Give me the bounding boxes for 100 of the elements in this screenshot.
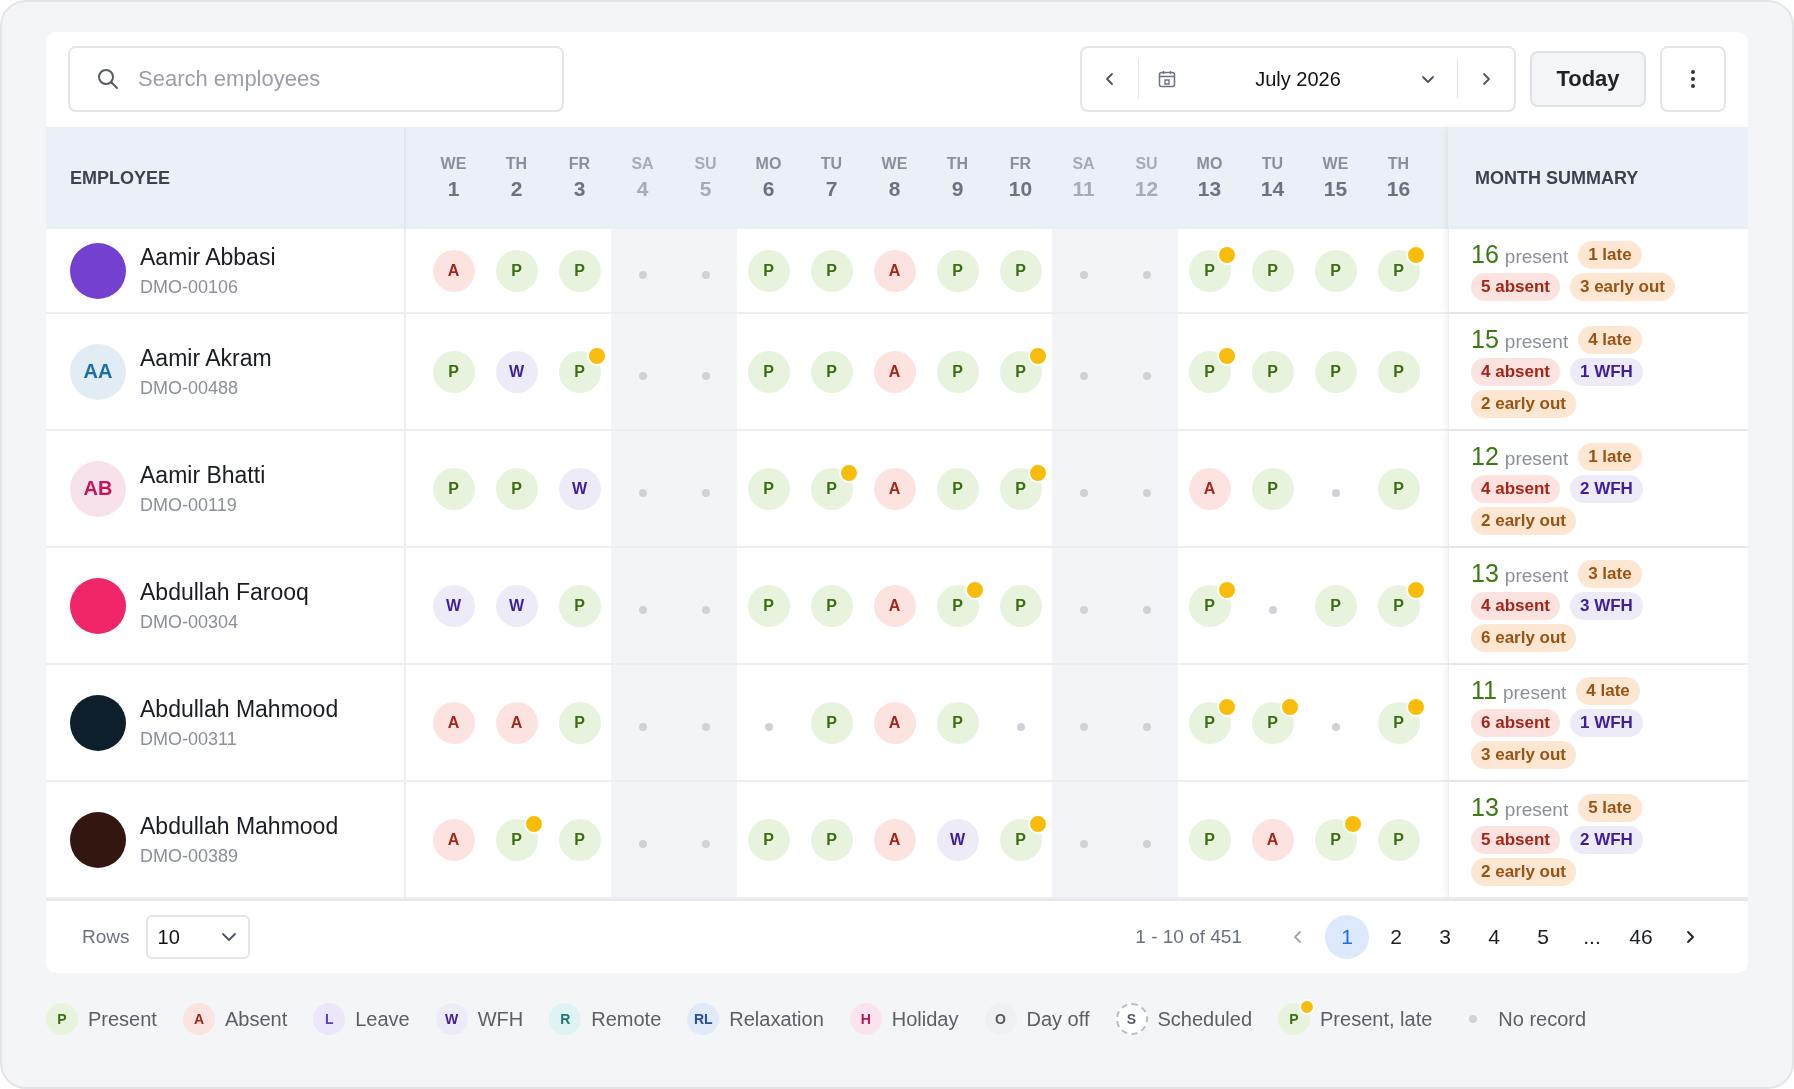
status-badge: P [810,584,853,627]
page-button[interactable]: 3 [1423,915,1467,959]
status-badge: P [558,701,601,744]
present-count: 16 present [1471,240,1569,269]
status-badge: A [873,350,916,393]
summary-tag: 2 early out [1471,858,1577,886]
status-badge: W [495,584,538,627]
status-badge: P [747,249,790,292]
status-badge: A [873,467,916,510]
summary-tag: 5 late [1578,793,1642,822]
summary-tag: 3 late [1578,559,1642,588]
employee-name[interactable]: Abdullah Mahmood [140,812,339,840]
status-badge: L [313,1003,346,1035]
day-header: WE 8 [880,154,909,202]
status-badge: P [936,249,979,292]
summary-tag: 4 absent [1471,592,1560,620]
summary-tag: 1 WFH [1570,358,1643,386]
search-icon [96,67,120,91]
summary-tag: 6 absent [1471,709,1560,737]
day-header: WE 1 [439,154,468,202]
summary-tag: 2 WFH [1570,826,1643,854]
status-badge: P [810,701,853,744]
status-badge: P [1251,467,1294,510]
page-button[interactable]: 4 [1472,915,1516,959]
legend-label: Relaxation [729,1007,824,1031]
status-badge: P [1377,818,1420,861]
legend-label: WFH [477,1007,524,1031]
status-badge: P [999,249,1042,292]
day-header: MO 13 [1195,154,1224,202]
rows-label: Rows [82,926,130,948]
today-button[interactable]: Today [1530,51,1646,107]
status-badge: A [182,1003,215,1035]
legend-label: Present, late [1320,1007,1433,1031]
status-badge: P [1314,584,1357,627]
page-button[interactable]: 46 [1619,915,1663,959]
page-button[interactable]: 2 [1374,915,1418,959]
page-button[interactable]: 5 [1521,915,1565,959]
legend-label: Remote [591,1007,662,1031]
status-badge: R [549,1003,582,1035]
employee-name[interactable]: Abdullah Farooq [140,578,309,606]
column-header: EMPLOYEE [70,167,171,189]
legend-label: Absent [224,1007,288,1031]
summary-tag: 1 late [1578,442,1642,471]
status-badge: P [999,584,1042,627]
status-badge: P [936,467,979,510]
legend-label: No record [1498,1007,1587,1031]
employee-name[interactable]: Aamir Akram [140,344,272,372]
summary-tag: 5 absent [1471,273,1560,301]
employee-name[interactable]: Aamir Bhatti [140,461,266,489]
status-badge: P [432,467,475,510]
employee-id: DMO-00119 [140,494,238,516]
page-button[interactable]: 1 [1325,915,1369,959]
legend-label: Leave [355,1007,410,1031]
status-badge: P [558,818,601,861]
present-count: 15 present [1471,325,1569,354]
status-badge: P [558,249,601,292]
status-badge: P [1377,467,1420,510]
employee-name[interactable]: Abdullah Mahmood [140,695,339,723]
summary-tag: 4 absent [1471,358,1560,386]
status-badge: A [873,249,916,292]
summary-tag: 2 early out [1471,507,1577,535]
status-badge: P [936,701,979,744]
status-badge: P [747,584,790,627]
avatar: AA [70,343,126,400]
status-badge: RL [687,1003,720,1035]
day-header: SU 5 [693,154,718,202]
summary-tag: 3 WFH [1570,592,1643,620]
status-badge: A [873,701,916,744]
avatar: AB [70,460,126,517]
status-badge: A [1251,818,1294,861]
status-badge: P [1377,350,1420,393]
status-badge: P [46,1003,78,1035]
legend-label: Scheduled [1157,1007,1253,1031]
status-badge: P [1251,249,1294,292]
status-badge: A [873,818,916,861]
page-range: 1 - 10 of 451 [1135,926,1242,948]
employee-name[interactable]: Aamir Abbasi [140,243,276,271]
summary-tag: 6 early out [1471,624,1577,652]
status-badge: P [495,249,538,292]
search-field[interactable]: Search employees [68,46,564,112]
status-badge: P [936,350,979,393]
employee-id: DMO-00106 [140,276,240,298]
status-badge: W [495,350,538,393]
status-badge: A [432,818,475,861]
summary-tag: 2 WFH [1570,475,1643,503]
status-badge: W [558,467,601,510]
summary-tag: 1 WFH [1570,709,1643,737]
legend-label: Present [88,1007,157,1031]
status-badge: A [432,701,475,744]
employee-id: DMO-00304 [140,611,240,633]
day-header: TU 14 [1259,154,1286,202]
rows-select[interactable]: 10 [145,915,250,959]
status-badge: S [1115,1003,1148,1035]
status-badge: P [810,818,853,861]
day-header: TH 2 [504,154,529,202]
status-badge: P [432,350,475,393]
day-header: TU 7 [819,154,844,202]
month-dropdown[interactable]: July 2026 [1139,48,1457,110]
status-badge: P [747,467,790,510]
status-badge: W [435,1003,468,1035]
